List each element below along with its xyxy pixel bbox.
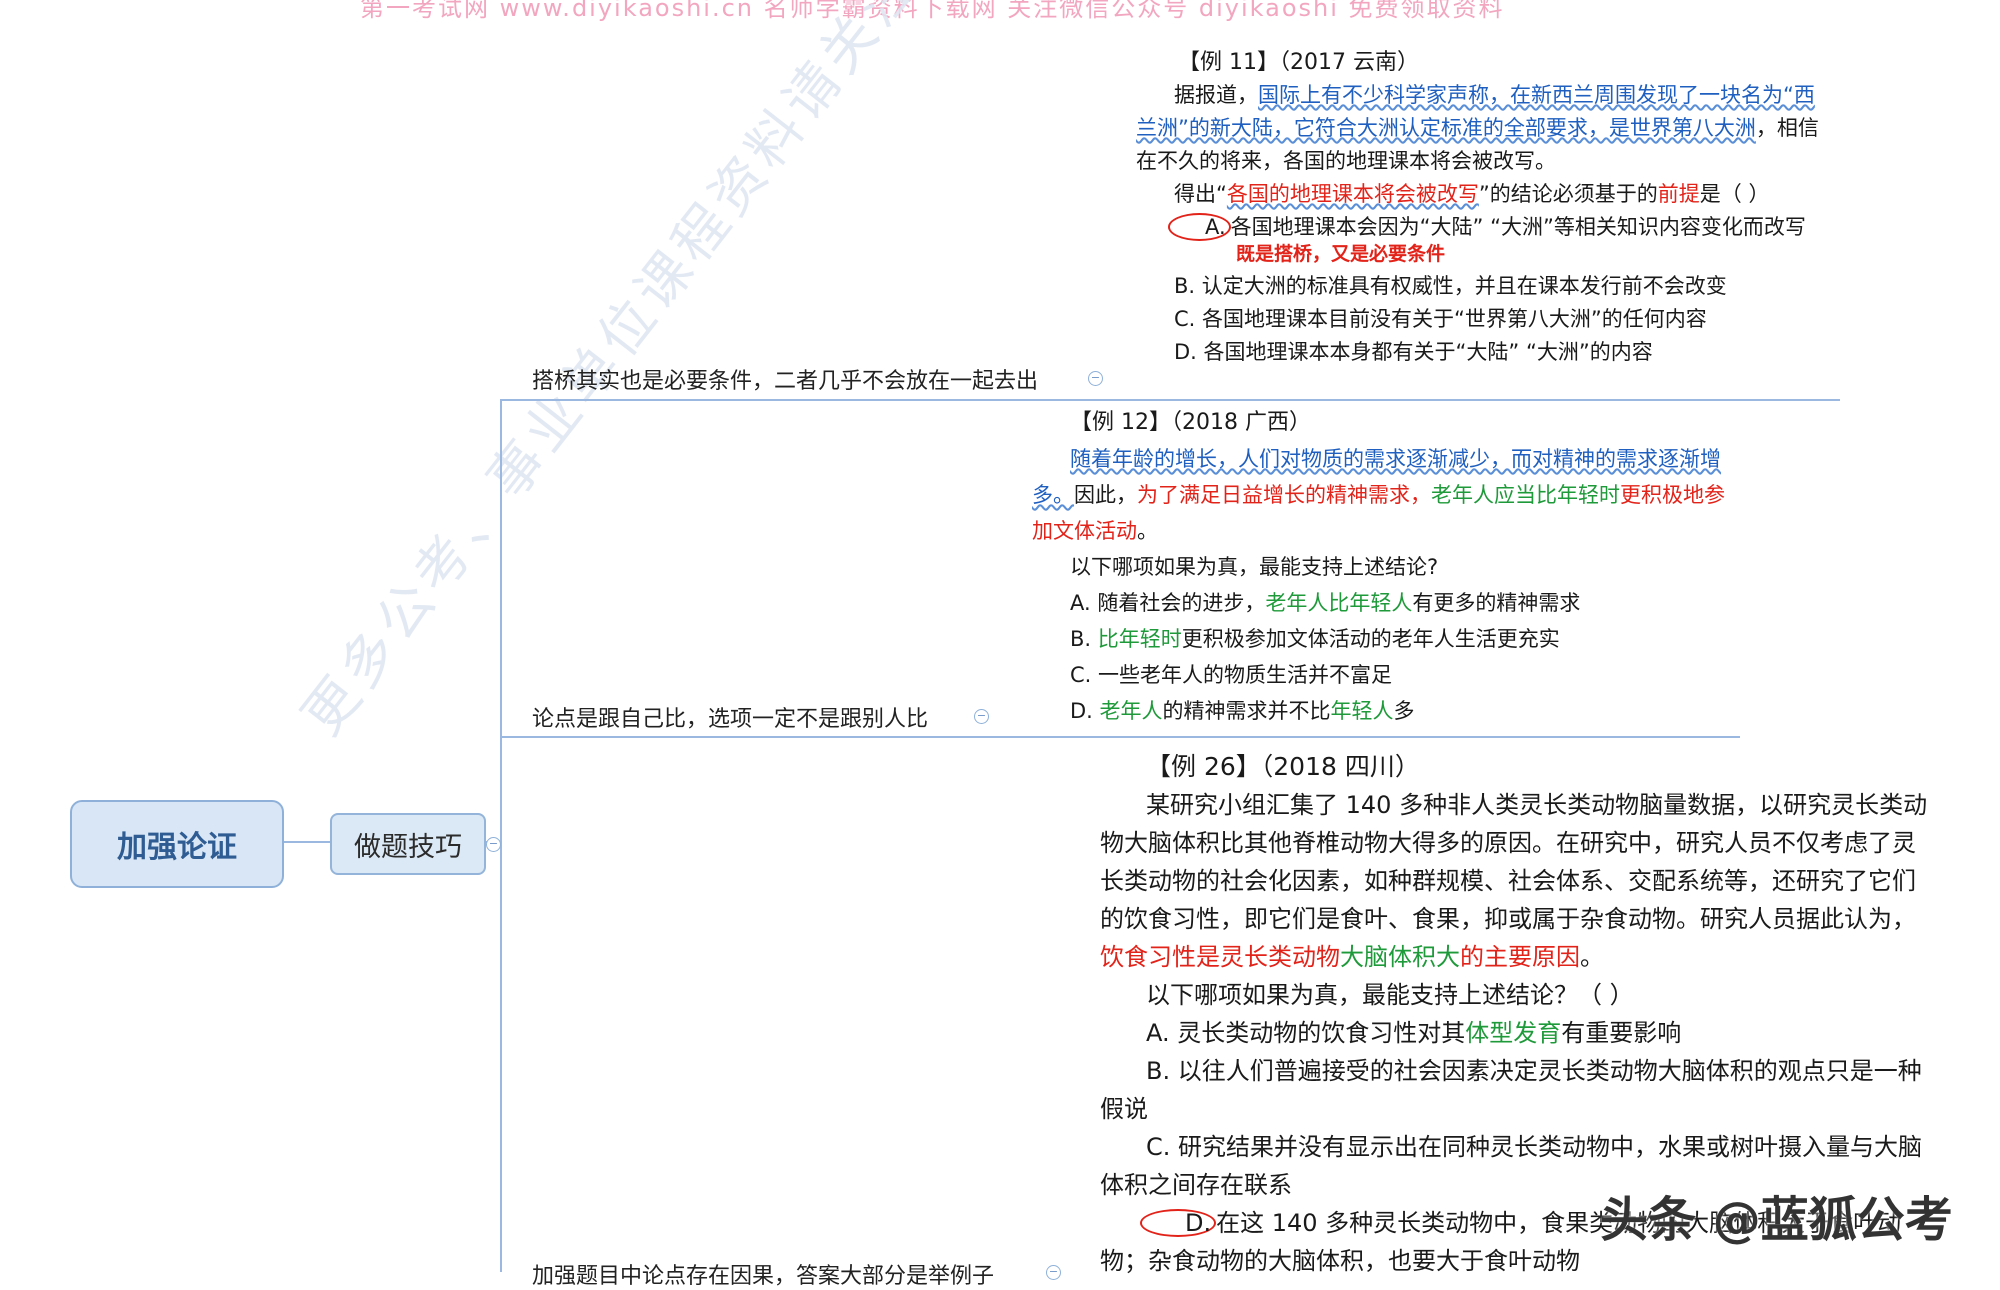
option-text: 有更多的精神需求: [1412, 591, 1581, 615]
option-text: 有重要影响: [1561, 1019, 1682, 1047]
collapse-toggle-branch-2[interactable]: −: [974, 709, 989, 724]
conclusion-red: 饮食习性是灵长类动物: [1100, 943, 1340, 971]
example-11-lead: 据报道，: [1174, 83, 1258, 107]
q-text: 是（ ）: [1699, 182, 1770, 206]
child-node-label: 做题技巧: [354, 831, 462, 863]
option-text: 的精神需求并不比: [1162, 699, 1331, 723]
example-11-option-d[interactable]: D. 各国地理课本本身都有关于“大陆” “大洲”的内容: [1136, 336, 1826, 369]
example-12-option-b[interactable]: B. 比年轻时更积极参加文体活动的老年人生活更充实: [1032, 621, 1732, 657]
option-highlight: 体型发育: [1465, 1019, 1562, 1047]
option-text: 更积极参加文体活动的老年人生活更充实: [1181, 627, 1560, 651]
branch-underline-1: [500, 399, 1840, 401]
example-26-option-b[interactable]: B. 以往人们普遍接受的社会因素决定灵长类动物大脑体积的观点只是一种假说: [1100, 1052, 1930, 1128]
child-node[interactable]: 做题技巧: [330, 813, 486, 875]
example-26-option-a[interactable]: A. 灵长类动物的饮食习性对其体型发育有重要影响: [1100, 1014, 1930, 1052]
example-11-question: 得出“各国的地理课本将会被改写”的结论必须基于的前提是（ ）: [1136, 178, 1826, 211]
branch-label-1[interactable]: 搭桥其实也是必要条件，二者几乎不会放在一起去出: [532, 363, 1038, 395]
conclusion-red: 的主要原因: [1460, 943, 1580, 971]
option-highlight: 年轻人: [1330, 699, 1394, 723]
conclusion-green: 老年人应当比年轻时: [1431, 483, 1620, 507]
example-26-passage: 某研究小组汇集了 140 多种非人类灵长类动物脑量数据，以研究灵长类动物大脑体积…: [1100, 786, 1930, 976]
option-highlight: 比年轻时: [1097, 627, 1182, 651]
brand-watermark: 头条 @蓝狐公考: [1600, 1192, 1953, 1248]
example-12-passage: 随着年龄的增长，人们对物质的需求逐渐减少，而对精神的需求逐渐增多。因此，为了满足…: [1032, 441, 1732, 549]
option-text: 多: [1393, 699, 1415, 723]
collapse-toggle-branch-1[interactable]: −: [1088, 371, 1103, 386]
answer-circle: D.: [1140, 1209, 1217, 1237]
passage-text: 因此，: [1074, 483, 1137, 507]
branch-label-2[interactable]: 论点是跟自己比，选项一定不是跟别人比: [532, 701, 928, 733]
option-text: A. 随着社会的进步，: [1070, 591, 1266, 615]
branch-underline-2: [500, 736, 1740, 738]
root-node[interactable]: 加强论证: [70, 800, 284, 888]
connector-trunk: [500, 400, 502, 1272]
example-11-option-a[interactable]: A. 各国地理课本会因为“大陆” “大洲”等相关知识内容变化而改写: [1136, 211, 1826, 244]
q-text: 得出“: [1174, 182, 1227, 206]
option-text: B.: [1070, 627, 1098, 651]
example-12-question: 以下哪项如果为真，最能支持上述结论?: [1070, 555, 1439, 579]
passage-text: 。: [1580, 943, 1604, 971]
option-text: A. 灵长类动物的饮食习性对其: [1146, 1019, 1466, 1047]
option-text: D.: [1070, 699, 1100, 723]
option-highlight: 老年人: [1099, 699, 1163, 723]
example-26-header: 【例 26】（2018 四川）: [1146, 752, 1420, 781]
passage-text: 某研究小组汇集了 140 多种非人类灵长类动物脑量数据，以研究灵长类动物大脑体积…: [1100, 791, 1928, 933]
passage-text: 。: [1137, 519, 1158, 543]
example-12-option-c[interactable]: C. 一些老年人的物质生活并不富足: [1032, 657, 1732, 693]
q-conclusion: 各国的地理课本将会被改写: [1226, 182, 1479, 206]
top-banner: 第一考试网 www.diyikaoshi.cn 名师学霸资料下载网 关注微信公众…: [360, 0, 1505, 22]
example-11-option-b[interactable]: B. 认定大洲的标准具有权威性，并且在课本发行前不会改变: [1136, 270, 1826, 303]
conclusion-red: 为了满足日益增长的精神需求，: [1137, 483, 1431, 507]
example-26-question: 以下哪项如果为真，最能支持上述结论？（ ）: [1146, 981, 1634, 1009]
example-12-option-d[interactable]: D. 老年人的精神需求并不比年轻人多: [1032, 693, 1732, 729]
q-text: ”的结论必须基于的: [1478, 182, 1658, 206]
conclusion-green: 大脑体积大: [1340, 943, 1460, 971]
example-12-card: 【例 12】（2018 广西） 随着年龄的增长，人们对物质的需求逐渐减少，而对精…: [1032, 405, 1732, 729]
answer-circle: A.: [1168, 213, 1231, 241]
example-11-option-c[interactable]: C. 各国地理课本目前没有关于“世界第八大洲”的任何内容: [1136, 303, 1826, 336]
example-11-card: 【例 11】（2017 云南） 据报道，国际上有不少科学家声称，在新西兰周围发现…: [1136, 46, 1826, 369]
example-12-option-a[interactable]: A. 随着社会的进步，老年人比年轻人有更多的精神需求: [1032, 585, 1732, 621]
connector-root-child: [282, 841, 330, 843]
root-node-label: 加强论证: [117, 830, 237, 865]
example-11-passage: 据报道，国际上有不少科学家声称，在新西兰周围发现了一块名为“西兰洲”的新大陆，它…: [1136, 79, 1826, 178]
option-highlight: 老年人比年轻人: [1265, 591, 1413, 615]
collapse-toggle-child[interactable]: −: [486, 837, 501, 852]
option-text: 各国地理课本会因为“大陆” “大洲”等相关知识内容变化而改写: [1230, 215, 1806, 239]
collapse-toggle-branch-3[interactable]: −: [1046, 1265, 1061, 1280]
example-11-header: 【例 11】（2017 云南）: [1178, 50, 1419, 75]
q-keyword: 前提: [1657, 182, 1700, 206]
branch-label-3[interactable]: 加强题目中论点存在因果，答案大部分是举例子: [532, 1258, 994, 1290]
example-12-header: 【例 12】（2018 广西）: [1070, 410, 1311, 435]
